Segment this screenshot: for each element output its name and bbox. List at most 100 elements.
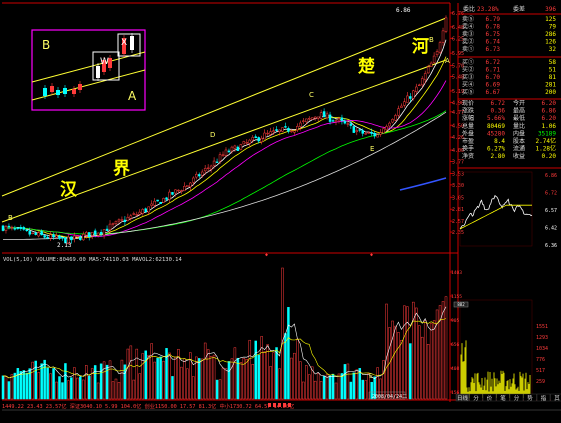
candle-body (218, 154, 222, 162)
candle-body (34, 232, 37, 235)
volume-bar (215, 379, 219, 400)
volume-bar (313, 380, 317, 400)
intraday-volume-label: 1551 (536, 324, 548, 330)
volume-tick-label: 656 (451, 342, 460, 348)
candle-body (105, 228, 109, 231)
sell-price: 6.73 (486, 46, 501, 53)
volume-bar (1, 375, 5, 400)
label-chu: 楚 (358, 56, 376, 77)
volume-bar (19, 371, 23, 400)
candle-body (423, 73, 427, 81)
volume-bar (79, 376, 82, 400)
candle-body (230, 146, 234, 152)
volume-bar (43, 359, 46, 400)
volume-bar (426, 344, 430, 400)
tab-label: 指 (541, 394, 547, 402)
candle-body (61, 237, 64, 239)
volume-bar (46, 367, 49, 400)
candle-body (102, 229, 106, 236)
tab-label: 分 (514, 394, 520, 402)
volume-bar (340, 373, 344, 400)
candle-body (165, 197, 168, 200)
inset-candle-body (50, 86, 54, 92)
volume-bar (96, 382, 100, 400)
candle-body (388, 122, 391, 127)
candle-body (108, 223, 112, 230)
volume-bar (186, 368, 189, 400)
volume-bar (266, 344, 269, 400)
candle-body (150, 203, 153, 206)
candle-body (52, 234, 55, 238)
volume-bar (272, 352, 275, 400)
candle-body (43, 235, 46, 238)
candle-body (397, 108, 400, 116)
stat-label: 股本 (513, 137, 525, 145)
candle-body (96, 232, 100, 236)
volume-bar (322, 375, 326, 400)
volume-bar (293, 352, 296, 400)
buy-volume: 200 (545, 89, 556, 96)
volume-bar (132, 379, 136, 400)
candle-body (415, 86, 418, 92)
volume-bar (397, 332, 400, 400)
volume-bar (251, 364, 254, 400)
volume-bar (319, 381, 323, 400)
price-tick-label: 3.77 (452, 160, 464, 166)
candle-body (287, 128, 290, 132)
volume-bar (153, 361, 156, 400)
volume-bar (409, 343, 412, 400)
volume-bar (111, 381, 115, 400)
volume-bar (180, 366, 183, 400)
candle-body (212, 160, 216, 166)
candle-body (316, 116, 320, 119)
candle-body (156, 199, 159, 202)
candle-body (438, 42, 442, 53)
candle-body (331, 120, 335, 122)
tab-label: 势 (527, 394, 533, 402)
volume-bar (84, 365, 88, 400)
candle-body (263, 132, 266, 140)
volume-bar (192, 376, 195, 400)
label-he: 河 (412, 37, 429, 57)
candle-body (19, 227, 23, 229)
buy-volume: 81 (549, 74, 557, 81)
bottom-tabs: 日线分价笔分势指其 (455, 393, 561, 402)
sell-level-label: 卖③ (462, 30, 474, 38)
sell-volume: 79 (549, 24, 557, 31)
inset-label-W: W (100, 57, 109, 67)
candle-body (417, 84, 421, 86)
volume-bar (400, 340, 403, 400)
candle-body (162, 198, 165, 203)
candle-body (76, 235, 79, 238)
buy-volume: 281 (545, 82, 556, 89)
volume-bar (114, 378, 118, 400)
volume-bar (58, 376, 61, 400)
volume-bar (10, 374, 14, 400)
price-tick-label: 2.35 (452, 230, 464, 236)
volume-marker-1: ◆ (265, 252, 268, 258)
candle-body (203, 168, 207, 172)
stat-label: 最低 (513, 114, 525, 122)
volume-bar (138, 373, 142, 400)
candle-body (4, 226, 8, 231)
weicha-value: 396 (545, 6, 556, 13)
volume-bar (299, 361, 302, 400)
stat-label: 流通 (513, 145, 525, 153)
sell-price: 6.78 (486, 24, 501, 31)
stat-value: 6.72 (491, 100, 506, 107)
stat-value: 5.66% (487, 115, 505, 122)
candle-body (429, 62, 433, 68)
candle-body (251, 137, 254, 141)
volume-bar (7, 381, 11, 400)
candle-body (224, 149, 228, 156)
stat-value: 6.20 (542, 100, 557, 107)
intraday-price-label: 6.36 (545, 243, 557, 249)
buy-level-label: 买④ (462, 81, 474, 89)
candle-body (322, 111, 326, 118)
tab-label: 价 (487, 395, 493, 402)
candle-body (10, 226, 14, 229)
volume-bar (162, 360, 165, 400)
candle-body (99, 231, 103, 234)
volume-bar (129, 345, 133, 400)
candle-body (120, 219, 124, 221)
